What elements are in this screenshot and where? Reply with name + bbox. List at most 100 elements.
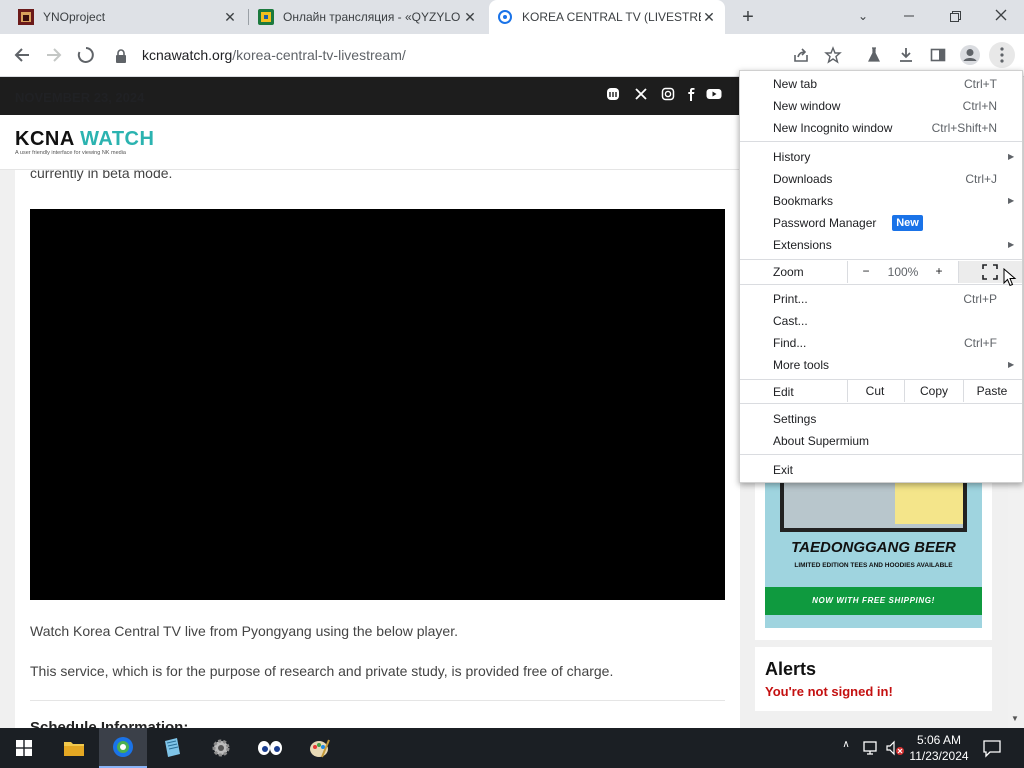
ad-cta-button[interactable]: NOW WITH FREE SHIPPING! <box>765 587 982 615</box>
menu-downloads[interactable]: Downloads <box>773 172 832 186</box>
close-tab-icon[interactable]: ✕ <box>462 9 478 26</box>
ad-title: TAEDONGGANG BEER <box>791 539 956 556</box>
menu-new-window[interactable]: New window <box>773 99 840 113</box>
back-arrow-icon[interactable] <box>9 42 35 68</box>
paint-app-icon[interactable] <box>295 728 343 768</box>
loading-spinner-icon[interactable] <box>73 42 99 68</box>
notification-center-icon[interactable] <box>982 738 1002 758</box>
menu-separator <box>740 141 1022 142</box>
tab-separator <box>248 9 249 25</box>
clock-time: 5:06 AM <box>916 733 962 747</box>
menu-separator <box>740 284 1022 285</box>
site-date: NOVEMBER 23, 2024 <box>15 90 145 105</box>
menu-cut[interactable]: Cut <box>848 384 902 398</box>
menu-cast[interactable]: Cast... <box>773 314 808 328</box>
zoom-in-button[interactable]: + <box>931 264 947 278</box>
submenu-arrow-icon: ▶ <box>1008 240 1015 249</box>
tab-ynoproject[interactable]: YNOproject ✕ <box>10 0 246 34</box>
shortcut-new-tab: Ctrl+T <box>964 77 997 91</box>
profile-avatar-icon[interactable] <box>957 42 983 68</box>
start-windows-icon[interactable] <box>0 728 48 768</box>
menu-edit-label: Edit <box>773 385 794 399</box>
video-player[interactable] <box>30 209 725 600</box>
eyes-app-icon[interactable] <box>246 728 294 768</box>
tab-search-chevron-icon[interactable]: ⌄ <box>853 6 873 26</box>
shortcut-print: Ctrl+P <box>963 292 997 306</box>
menu-separator <box>740 259 1022 260</box>
menu-about[interactable]: About Supermium <box>773 434 869 448</box>
address-bar-url[interactable]: kcnawatch.org/korea-central-tv-livestrea… <box>142 47 406 63</box>
restore-window-icon[interactable] <box>944 6 966 26</box>
lock-icon[interactable] <box>114 43 128 69</box>
schedule-heading: Schedule Information: <box>30 720 188 728</box>
menu-print[interactable]: Print... <box>773 292 808 306</box>
mastodon-icon[interactable] <box>605 87 621 103</box>
scroll-down-arrow-icon[interactable]: ▼ <box>1011 714 1019 723</box>
menu-new-tab[interactable]: New tab <box>773 77 817 91</box>
extension-flask-icon[interactable] <box>861 42 887 68</box>
kcna-favicon-icon <box>498 10 512 24</box>
menu-separator <box>740 454 1022 455</box>
tab-online-broadcast[interactable]: Онлайн трансляция - «QYZYLO ✕ <box>250 0 486 34</box>
menu-find[interactable]: Find... <box>773 336 806 350</box>
shortcut-incognito: Ctrl+Shift+N <box>931 121 997 135</box>
close-tab-icon[interactable]: ✕ <box>701 9 717 26</box>
tab-title: Онлайн трансляция - «QYZYLO <box>283 10 461 24</box>
new-tab-plus-icon[interactable]: + <box>738 7 758 27</box>
tab-korea-central-tv[interactable]: KOREA CENTRAL TV (LIVESTREA ✕ <box>489 0 725 34</box>
divider <box>30 700 725 701</box>
side-panel-icon[interactable] <box>925 42 951 68</box>
fullscreen-icon[interactable] <box>982 264 998 280</box>
close-window-icon[interactable] <box>990 6 1012 26</box>
network-icon[interactable] <box>862 739 880 757</box>
tab-title: KOREA CENTRAL TV (LIVESTREA <box>522 10 701 24</box>
menu-bookmarks[interactable]: Bookmarks <box>773 194 833 208</box>
menu-settings[interactable]: Settings <box>773 412 816 426</box>
menu-copy[interactable]: Copy <box>905 384 963 398</box>
shortcut-new-window: Ctrl+N <box>962 99 997 113</box>
site-logo-sticky[interactable]: KCNA WATCH <box>15 128 154 151</box>
shortcut-find: Ctrl+F <box>964 336 997 350</box>
browser-taskbar-icon[interactable] <box>99 728 147 768</box>
menu-paste[interactable]: Paste <box>964 384 1020 398</box>
alerts-signin-notice[interactable]: You're not signed in! <box>765 684 893 699</box>
menu-more-tools[interactable]: More tools <box>773 358 829 372</box>
youtube-icon[interactable] <box>706 87 722 103</box>
zoom-level: 100% <box>887 265 919 279</box>
facebook-icon[interactable] <box>683 87 699 103</box>
kebab-menu-icon[interactable] <box>989 42 1015 68</box>
volume-muted-icon[interactable] <box>885 739 905 757</box>
menu-extensions[interactable]: Extensions <box>773 238 832 252</box>
menu-exit[interactable]: Exit <box>773 463 793 477</box>
download-icon[interactable] <box>893 42 919 68</box>
x-icon[interactable] <box>633 87 649 103</box>
notepad-app-icon[interactable] <box>148 728 196 768</box>
url-host: kcnawatch.org <box>142 47 233 63</box>
logo-tagline-sticky: A user friendly interface for viewing NK… <box>15 150 126 156</box>
settings-gear-app-icon[interactable] <box>197 728 245 768</box>
system-clock[interactable]: 5:06 AM 11/23/2024 <box>906 732 972 764</box>
menu-zoom-label: Zoom <box>773 265 804 279</box>
forward-arrow-icon[interactable] <box>41 42 67 68</box>
logo-suffix: WATCH <box>80 128 155 150</box>
submenu-arrow-icon: ▶ <box>1008 152 1015 161</box>
logo-prefix: KCNA <box>15 128 81 150</box>
ynoproject-favicon-icon <box>18 9 34 25</box>
menu-history[interactable]: History <box>773 150 810 164</box>
file-explorer-icon[interactable] <box>50 728 98 768</box>
ad-image-can <box>895 482 963 524</box>
menu-separator <box>740 379 1022 380</box>
broadcast-favicon-icon <box>258 9 274 25</box>
menu-new-incognito[interactable]: New Incognito window <box>773 121 892 135</box>
share-icon[interactable] <box>788 42 814 68</box>
alerts-title: Alerts <box>765 659 817 679</box>
minimize-window-icon[interactable] <box>898 6 920 26</box>
menu-password-manager[interactable]: Password Manager <box>773 216 876 230</box>
close-tab-icon[interactable]: ✕ <box>222 9 238 26</box>
bookmark-star-icon[interactable] <box>820 42 846 68</box>
zoom-out-button[interactable]: − <box>858 264 874 278</box>
instagram-icon[interactable] <box>660 87 676 103</box>
show-hidden-icons-chevron-icon[interactable]: ∧ <box>839 739 853 750</box>
mouse-cursor-icon <box>1003 267 1017 288</box>
intro-paragraph: Watch Korea Central TV live from Pyongya… <box>30 623 458 639</box>
